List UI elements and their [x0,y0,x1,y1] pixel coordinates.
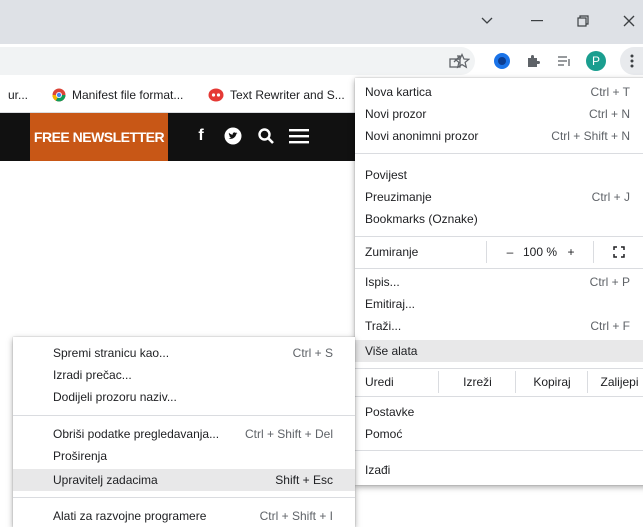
menu-row-edit: Uredi Izreži Kopiraj Zalijepi [355,371,643,393]
zoom-value: 100 % [522,245,558,259]
submenu-item-name-window[interactable]: Dodijeli prozoru naziv... [13,386,355,408]
menu-row-zoom: Zumiranje – 100 % + [355,241,643,263]
paste-button[interactable]: Zalijepi [587,371,643,393]
menu-item-shortcut: Ctrl + T [590,85,630,99]
submenu-item-save-page[interactable]: Spremi stranicu kao... Ctrl + S [13,342,355,364]
menu-item-label: Pomoć [365,427,403,441]
zoom-divider [593,241,594,263]
menu-item-shortcut: Shift + Esc [275,473,333,487]
submenu-item-create-shortcut[interactable]: Izradi prečac... [13,364,355,386]
address-bar[interactable] [0,47,475,75]
menu-item-label: Nova kartica [365,85,432,99]
menu-item-label: Novi prozor [365,107,427,121]
menu-item-shortcut: Ctrl + Shift + Del [244,427,333,441]
menu-item-label: Povijest [365,168,408,182]
reading-list-icon[interactable] [552,49,576,73]
submenu-item-clear-browsing-data[interactable]: Obriši podatke pregledavanja... Ctrl + S… [13,423,355,445]
menu-item-shortcut: Ctrl + J [591,190,630,204]
zoom-divider [486,241,487,263]
menu-item-new-incognito-window[interactable]: Novi anonimni prozor Ctrl + Shift + N [355,125,643,147]
tab-search-icon[interactable] [466,6,508,36]
zoom-in-button[interactable]: + [561,245,581,259]
menu-separator [355,153,643,154]
menu-separator [355,450,643,451]
menu-item-label: Alati za razvojne programere [53,509,207,523]
menu-item-cast[interactable]: Emitiraj... [355,293,643,315]
menu-item-history[interactable]: Povijest [355,164,643,186]
chrome-icon [52,88,66,102]
menu-item-label: Spremi stranicu kao... [53,346,170,360]
cut-button[interactable]: Izreži [438,371,516,393]
submenu-item-extensions[interactable]: Proširenja [13,445,355,467]
menu-separator [355,368,643,369]
newsletter-button[interactable]: FREE NEWSLETTER [30,113,168,161]
menu-item-label: Izradi prečac... [53,368,132,382]
menu-item-label: Novi anonimni prozor [365,129,479,143]
menu-item-exit[interactable]: Izađi [355,459,643,481]
bookmark-label: Manifest file format... [72,88,184,102]
facebook-icon[interactable]: f [190,125,212,147]
menu-item-label: Bookmarks (Oznake) [365,212,478,226]
menu-item-new-tab[interactable]: Nova kartica Ctrl + T [355,81,643,103]
extensions-puzzle-icon[interactable] [521,49,545,73]
bookmark-item[interactable]: ur... [8,86,28,104]
menu-item-downloads[interactable]: Preuzimanje Ctrl + J [355,186,643,208]
avatar: P [586,51,606,71]
menu-item-find[interactable]: Traži... Ctrl + F [355,315,643,337]
menu-separator [13,415,355,416]
twitter-icon[interactable] [222,125,244,147]
hamburger-menu-icon[interactable] [288,125,310,147]
menu-item-help[interactable]: Pomoć [355,423,643,445]
menu-item-new-window[interactable]: Novi prozor Ctrl + N [355,103,643,125]
menu-item-label: Dodijeli prozoru naziv... [53,390,177,404]
search-icon[interactable] [255,125,277,147]
menu-item-shortcut: Ctrl + Shift + N [551,129,630,143]
menu-item-print[interactable]: Ispis... Ctrl + P [355,271,643,293]
star-icon[interactable] [450,49,474,73]
menu-item-shortcut: Ctrl + Shift + I [259,509,333,523]
bookmark-label: ur... [8,88,29,102]
menu-item-label: Preuzimanje [365,190,432,204]
menu-item-label: Emitiraj... [365,297,416,311]
menu-item-shortcut: Ctrl + F [590,319,630,333]
menu-item-settings[interactable]: Postavke [355,401,643,423]
menu-item-label: Upravitelj zadacima [53,473,158,487]
close-icon[interactable] [608,6,643,36]
menu-item-more-tools[interactable]: Više alata [355,340,643,362]
zoom-out-button[interactable]: – [500,245,520,259]
more-tools-submenu: Spremi stranicu kao... Ctrl + S Izradi p… [13,337,355,527]
menu-separator [355,396,643,397]
menu-item-shortcut: Ctrl + S [292,346,333,360]
menu-item-label: Postavke [365,405,415,419]
menu-item-label: Obriši podatke pregledavanja... [53,427,220,441]
copy-button[interactable]: Kopiraj [515,371,588,393]
menu-kebab-icon[interactable] [620,47,643,75]
menu-item-label: Izađi [365,463,391,477]
bookmark-item[interactable]: Text Rewriter and S... [208,86,345,104]
bookmark-item[interactable]: Manifest file format... [52,86,183,104]
rewriter-icon [208,88,224,102]
menu-item-label: Ispis... [365,275,400,289]
edit-label: Uredi [365,375,394,389]
menu-item-shortcut: Ctrl + N [588,107,630,121]
extension-blue-icon[interactable] [490,49,514,73]
menu-item-label: Više alata [365,344,418,358]
bookmark-label: Text Rewriter and S... [230,88,345,102]
menu-item-label: Proširenja [53,449,108,463]
menu-item-label: Traži... [365,319,402,333]
menu-item-shortcut: Ctrl + P [589,275,630,289]
chrome-main-menu: Nova kartica Ctrl + T Novi prozor Ctrl +… [355,78,643,485]
restore-icon[interactable] [562,6,604,36]
profile-avatar[interactable]: P [584,49,608,73]
fullscreen-icon[interactable] [613,246,625,261]
minimize-icon[interactable] [516,6,558,36]
menu-item-bookmarks[interactable]: Bookmarks (Oznake) [355,208,643,230]
submenu-item-task-manager[interactable]: Upravitelj zadacima Shift + Esc [13,469,355,491]
zoom-label: Zumiranje [365,245,419,259]
menu-separator [355,268,643,269]
menu-separator [355,236,643,237]
menu-separator [13,497,355,498]
